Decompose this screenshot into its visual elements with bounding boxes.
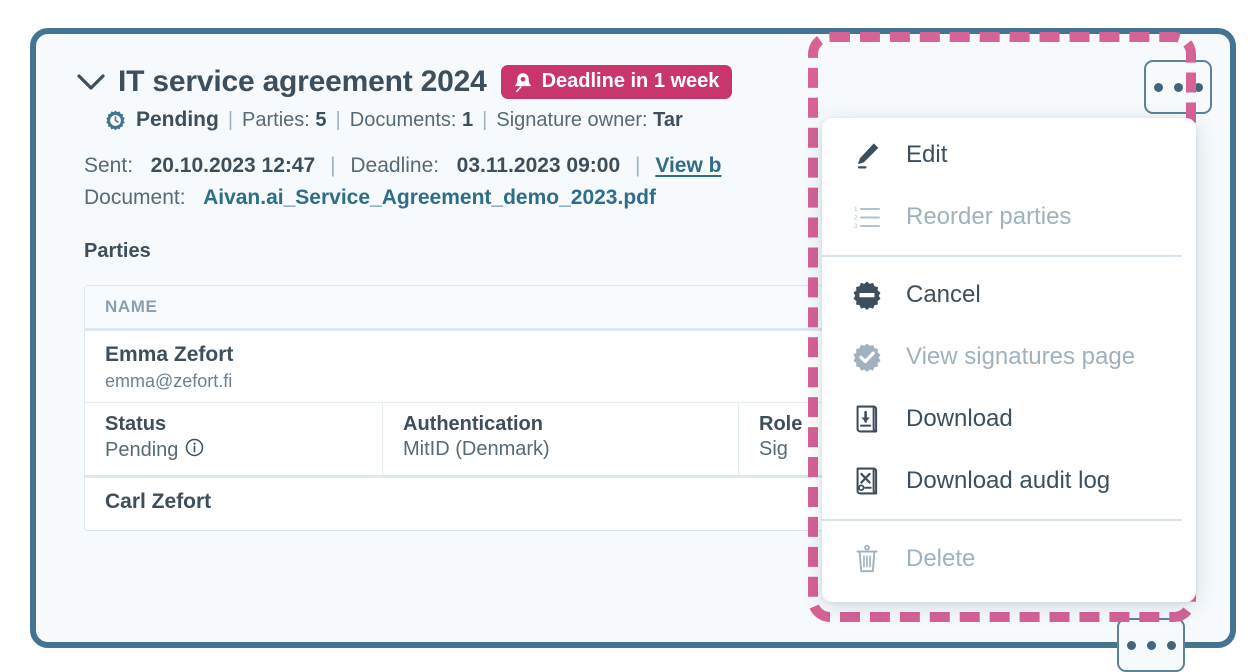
gear-check-icon	[850, 342, 884, 372]
signature-owner-label: Signature owner:	[496, 108, 648, 131]
menu-item-label: Download	[906, 405, 1013, 432]
gear-cancel-icon	[850, 280, 884, 310]
signature-owner-value: Tar	[653, 108, 683, 131]
menu-divider	[822, 519, 1182, 521]
download-document-icon	[850, 404, 884, 434]
meta-separator-2: |	[335, 108, 341, 131]
party-authentication-cell: Authentication MitID (Denmark)	[383, 403, 739, 475]
kebab-dot-icon	[1126, 640, 1136, 650]
party-authentication-value: MitID (Denmark)	[403, 438, 550, 460]
document-label: Document:	[84, 186, 186, 209]
pencil-icon	[850, 140, 884, 170]
svg-text:2: 2	[854, 215, 858, 222]
menu-item-view-signatures-page[interactable]: View signatures page	[822, 326, 1196, 388]
menu-item-label: Delete	[906, 545, 976, 572]
dates-separator-2: |	[635, 154, 641, 177]
sent-value: 20.10.2023 12:47	[150, 154, 316, 177]
party-status-value-wrap: Pending	[105, 438, 362, 463]
document-link[interactable]: Aivan.ai_Service_Agreement_demo_2023.pdf	[203, 186, 656, 209]
party-status-value: Pending	[105, 439, 179, 461]
chevron-down-icon[interactable]	[74, 65, 108, 99]
menu-item-delete[interactable]: Delete	[822, 528, 1196, 590]
status-badge: Deadline in 1 week	[500, 65, 733, 99]
svg-text:3: 3	[854, 223, 858, 230]
gear-clock-icon	[104, 109, 127, 132]
download-audit-log-icon	[850, 466, 884, 496]
context-menu: Edit 1 2 3 Reorder parties Cancel View s…	[822, 118, 1196, 602]
menu-item-label: Reorder parties	[906, 203, 1072, 230]
menu-item-reorder-parties[interactable]: 1 2 3 Reorder parties	[822, 186, 1196, 248]
agreement-status: Pending	[136, 108, 219, 131]
documents-count: 1	[462, 108, 474, 131]
parties-label: Parties:	[242, 108, 310, 131]
meta-separator-3: |	[482, 108, 488, 131]
menu-item-edit[interactable]: Edit	[822, 124, 1196, 186]
party-authentication-label: Authentication	[403, 413, 543, 435]
documents-label: Documents:	[349, 108, 457, 131]
kebab-dot-icon	[1153, 82, 1163, 92]
more-options-button-secondary[interactable]	[1117, 618, 1185, 672]
menu-item-download-audit-log[interactable]: Download audit log	[822, 450, 1196, 512]
menu-item-label: Download audit log	[906, 467, 1111, 494]
menu-divider	[822, 255, 1182, 257]
party-status-cell: Status Pending	[85, 403, 383, 475]
kebab-dot-icon	[1193, 82, 1203, 92]
kebab-dot-icon	[1173, 82, 1183, 92]
menu-item-label: View signatures page	[906, 343, 1136, 370]
trash-icon	[850, 544, 884, 574]
party-status-label: Status	[105, 413, 167, 435]
agreement-title-row: IT service agreement 2024 Deadline in 1 …	[74, 60, 1196, 104]
deadline-badge-label: Deadline in 1 week	[541, 70, 720, 92]
bell-icon	[512, 71, 534, 93]
kebab-dot-icon	[1166, 640, 1176, 650]
view-bundle-link[interactable]: View b	[655, 154, 721, 177]
menu-item-label: Cancel	[906, 281, 981, 308]
more-options-button[interactable]	[1144, 60, 1212, 114]
menu-item-label: Edit	[906, 141, 948, 168]
parties-count: 5	[315, 108, 327, 131]
info-circle-icon[interactable]	[185, 438, 204, 463]
meta-separator-1: |	[227, 108, 234, 131]
dates-separator-1: |	[330, 154, 336, 177]
reorder-list-icon: 1 2 3	[850, 203, 884, 231]
kebab-dot-icon	[1146, 640, 1156, 650]
page-title: IT service agreement 2024	[118, 65, 487, 98]
menu-item-download[interactable]: Download	[822, 388, 1196, 450]
deadline-label: Deadline:	[350, 154, 440, 177]
deadline-value: 03.11.2023 09:00	[456, 154, 621, 177]
svg-text:1: 1	[854, 206, 858, 213]
sent-label: Sent:	[84, 154, 134, 177]
menu-item-cancel[interactable]: Cancel	[822, 264, 1196, 326]
column-header-name: NAME	[105, 297, 158, 316]
screenshot-root: IT service agreement 2024 Deadline in 1 …	[0, 0, 1256, 672]
